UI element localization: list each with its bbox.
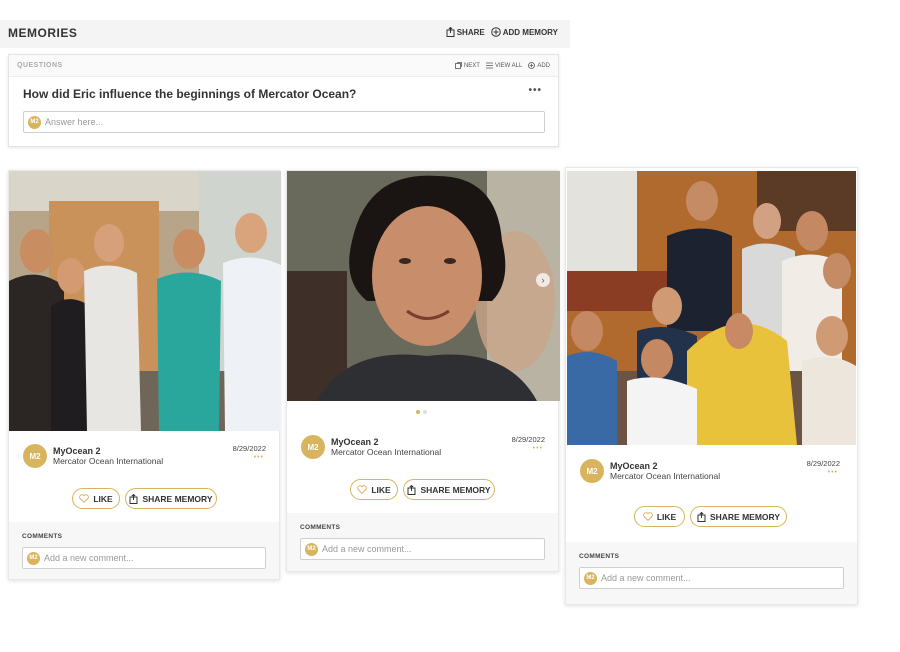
avatar: M2	[580, 459, 604, 483]
memory-more-button[interactable]: •••	[533, 445, 543, 452]
share-button[interactable]: SHARE	[446, 27, 485, 37]
memory-photo[interactable]	[567, 171, 856, 445]
comment-input[interactable]: M2 Add a new comment...	[579, 567, 844, 589]
memory-more-button[interactable]: •••	[254, 454, 264, 461]
author-organization: Mercator Ocean International	[610, 471, 721, 482]
chevron-right-icon: ›	[541, 275, 545, 285]
avatar: M2	[584, 571, 597, 585]
memories-header: MEMORIES SHARE ADD MEMORY	[0, 20, 570, 48]
like-button[interactable]: LIKE	[350, 479, 398, 500]
memory-photo[interactable]	[9, 171, 281, 431]
author-name[interactable]: MyOcean 2	[331, 437, 441, 448]
memory-card: M2 MyOcean 2 Mercator Ocean Internationa…	[565, 167, 858, 605]
add-question-button[interactable]: ADD	[528, 62, 550, 69]
author-organization: Mercator Ocean International	[331, 447, 442, 458]
share-label: SHARE	[456, 27, 485, 37]
add-memory-button[interactable]: ADD MEMORY	[490, 27, 558, 37]
share-icon	[129, 493, 138, 504]
avatar: M2	[23, 444, 47, 468]
memory-photo[interactable]	[287, 171, 560, 401]
view-all-button[interactable]: VIEW ALL	[485, 62, 523, 69]
memory-actions: LIKE SHARE MEMORY	[72, 488, 217, 509]
memory-actions: LIKE SHARE MEMORY	[350, 479, 495, 500]
carousel-indicator	[416, 410, 427, 414]
comment-placeholder: Add a new comment...	[322, 544, 412, 554]
memory-card: › M2 MyOcean 2 Mercator Ocean Internatio…	[286, 170, 560, 572]
heart-icon	[642, 512, 653, 521]
next-label: NEXT	[463, 62, 480, 69]
group-photo-image	[9, 171, 281, 431]
share-icon	[407, 484, 416, 495]
heart-icon	[357, 485, 368, 494]
share-memory-button[interactable]: SHARE MEMORY	[403, 479, 495, 500]
comment-input[interactable]: M2 Add a new comment...	[300, 538, 545, 560]
author-info: M2 MyOcean 2 Mercator Ocean Internationa…	[23, 444, 163, 468]
comments-section: COMMENTS M2 Add a new comment...	[287, 513, 558, 571]
page-title: MEMORIES	[8, 26, 78, 40]
answer-placeholder: Answer here...	[45, 117, 104, 127]
comments-label: COMMENTS	[579, 553, 620, 560]
avatar: M2	[27, 551, 40, 565]
plus-circle-icon	[490, 27, 501, 37]
questions-label: QUESTIONS	[17, 62, 63, 69]
comments-section: COMMENTS M2 Add a new comment...	[9, 522, 279, 579]
avatar: M2	[28, 115, 41, 129]
comment-placeholder: Add a new comment...	[601, 573, 691, 583]
comments-section: COMMENTS M2 Add a new comment...	[566, 542, 857, 604]
questions-actions: NEXT VIEW ALL ADD	[455, 62, 550, 69]
comment-placeholder: Add a new comment...	[44, 553, 134, 563]
memory-date: 8/29/2022	[806, 459, 840, 468]
carousel-next-button[interactable]: ›	[536, 273, 550, 287]
question-more-button[interactable]: •••	[528, 85, 542, 96]
avatar: M2	[305, 542, 318, 556]
comments-label: COMMENTS	[300, 524, 341, 531]
like-label: LIKE	[371, 484, 391, 495]
share-memory-label: SHARE MEMORY	[420, 484, 491, 495]
memory-card: M2 MyOcean 2 Mercator Ocean Internationa…	[8, 170, 281, 580]
carousel-dot[interactable]	[423, 410, 427, 414]
share-icon	[446, 27, 455, 37]
like-button[interactable]: LIKE	[634, 506, 685, 527]
like-label: LIKE	[93, 493, 113, 504]
avatar: M2	[301, 435, 325, 459]
author-organization: Mercator Ocean International	[53, 456, 164, 467]
memory-more-button[interactable]: •••	[828, 469, 838, 476]
header-actions: SHARE ADD MEMORY	[446, 27, 558, 37]
memory-date: 8/29/2022	[511, 435, 545, 444]
author-name[interactable]: MyOcean 2	[610, 461, 720, 472]
questions-panel: QUESTIONS NEXT VIEW ALL ADD How did Eric…	[8, 54, 559, 147]
add-label: ADD	[537, 62, 550, 69]
view-all-label: VIEW ALL	[494, 62, 523, 69]
memory-date: 8/29/2022	[232, 444, 266, 453]
questions-header: QUESTIONS NEXT VIEW ALL ADD	[9, 55, 558, 77]
share-memory-button[interactable]: SHARE MEMORY	[690, 506, 787, 527]
add-memory-label: ADD MEMORY	[502, 27, 558, 37]
author-info: M2 MyOcean 2 Mercator Ocean Internationa…	[580, 459, 720, 483]
share-memory-button[interactable]: SHARE MEMORY	[125, 488, 217, 509]
like-label: LIKE	[656, 511, 677, 522]
share-memory-label: SHARE MEMORY	[709, 511, 781, 522]
author-name[interactable]: MyOcean 2	[53, 446, 163, 457]
answer-input[interactable]: M2 Answer here...	[23, 111, 545, 133]
copy-icon	[455, 62, 462, 69]
list-icon	[485, 62, 493, 69]
next-question-button[interactable]: NEXT	[455, 62, 480, 69]
author-info: M2 MyOcean 2 Mercator Ocean Internationa…	[301, 435, 441, 459]
memory-actions: LIKE SHARE MEMORY	[634, 506, 787, 527]
group-photo-image	[567, 171, 856, 445]
portrait-photo-image	[287, 171, 560, 401]
carousel-dot[interactable]	[416, 410, 420, 414]
plus-circle-icon	[528, 62, 536, 69]
share-icon	[697, 511, 706, 522]
like-button[interactable]: LIKE	[72, 488, 120, 509]
question-text: How did Eric influence the beginnings of…	[23, 87, 357, 101]
comment-input[interactable]: M2 Add a new comment...	[22, 547, 266, 569]
heart-icon	[79, 494, 90, 503]
comments-label: COMMENTS	[22, 533, 63, 540]
share-memory-label: SHARE MEMORY	[142, 493, 213, 504]
